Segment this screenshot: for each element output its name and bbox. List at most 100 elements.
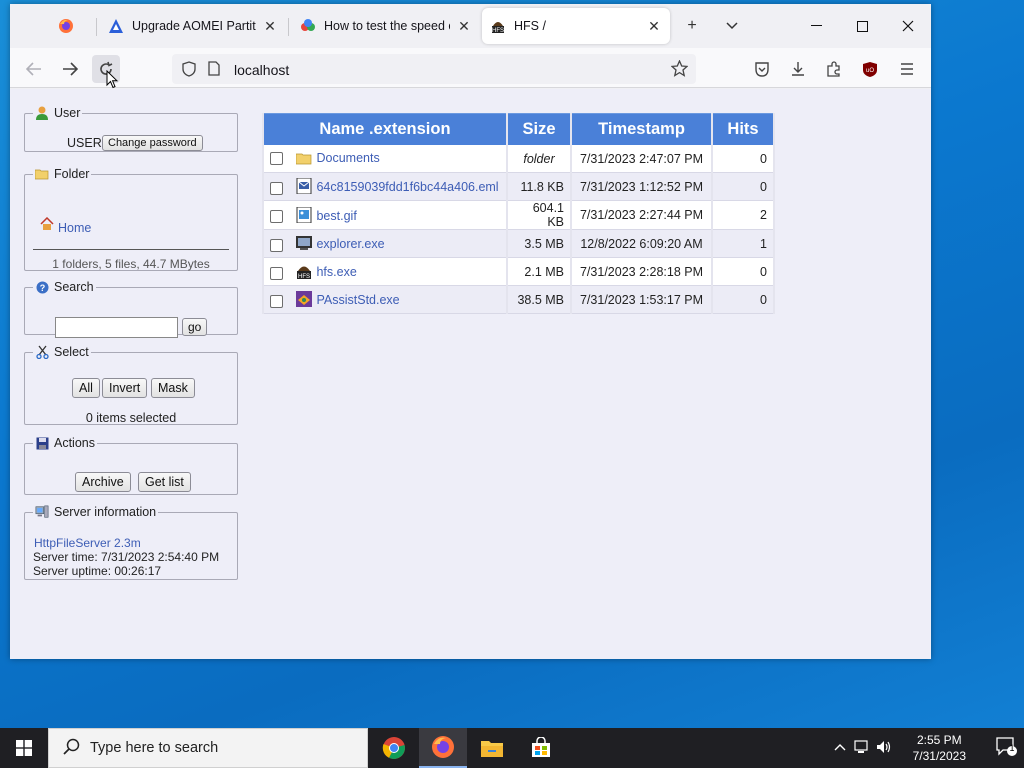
select-panel: Select All Invert Mask 0 items selected (24, 345, 238, 425)
page-icon (208, 61, 220, 79)
speedtest-icon (300, 18, 316, 34)
actions-legend: Actions (33, 436, 97, 450)
volume-icon[interactable] (876, 739, 892, 758)
name-cell: 64c8159039fdd1f6bc44a406.eml (264, 173, 506, 201)
change-password-button[interactable]: Change password (102, 135, 203, 151)
hits-cell: 0 (713, 286, 773, 314)
row-checkbox[interactable] (270, 210, 283, 224)
back-button[interactable] (20, 55, 48, 83)
taskbar-file-explorer[interactable] (468, 728, 516, 768)
notifications-button[interactable]: 1 (996, 737, 1018, 760)
taskbar-firefox[interactable] (419, 728, 467, 768)
taskbar-search-placeholder[interactable]: Type here to search (90, 740, 218, 756)
close-icon[interactable]: ✕ (456, 18, 472, 34)
row-checkbox[interactable] (270, 266, 283, 280)
server-time: Server time: 7/31/2023 2:54:40 PM (33, 550, 220, 564)
menu-button[interactable] (893, 55, 921, 83)
get-list-button[interactable]: Get list (138, 472, 191, 492)
tab-firefox[interactable] (50, 8, 96, 44)
search-icon (63, 738, 80, 758)
hfs-file-icon: HFS (296, 263, 312, 280)
close-icon[interactable]: ✕ (262, 18, 278, 34)
row-checkbox[interactable] (270, 151, 283, 165)
file-link[interactable]: explorer.exe (316, 237, 384, 251)
taskbar-search-box[interactable]: Type here to search (48, 728, 368, 768)
row-checkbox[interactable] (270, 238, 283, 252)
file-link[interactable]: Documents (316, 151, 379, 165)
store-icon (532, 737, 550, 757)
folder-icon (481, 741, 503, 757)
row-checkbox[interactable] (270, 181, 283, 195)
invert-selection-button[interactable]: Invert (102, 378, 148, 398)
chevron-down-icon (726, 22, 738, 30)
list-tabs-button[interactable] (718, 14, 746, 38)
close-icon[interactable]: ✕ (646, 18, 662, 34)
chrome-icon (382, 737, 405, 759)
tab-aomei[interactable]: Upgrade AOMEI Partition ✕ (100, 8, 286, 44)
nav-bar: localhost uO (10, 48, 931, 88)
user-legend: User (33, 106, 82, 120)
maximize-button[interactable] (840, 10, 884, 42)
address-bar[interactable]: localhost (172, 54, 696, 84)
search-go-button[interactable]: go (182, 318, 208, 336)
table-row: explorer.exe 3.5 MB 12/8/2022 6:09:20 AM… (264, 230, 773, 258)
user-panel: User USER Change password (24, 106, 238, 152)
scissors-icon (35, 345, 49, 359)
folder-icon (296, 151, 312, 167)
download-icon (792, 62, 804, 76)
ublock-button[interactable]: uO (856, 55, 884, 83)
home-link[interactable]: Home (40, 215, 91, 235)
actions-panel: Actions Archive Get list (24, 436, 238, 495)
taskbar-clock[interactable]: 2:55 PM 7/31/2023 (913, 732, 966, 764)
taskbar-store[interactable] (517, 728, 565, 768)
file-link[interactable]: best.gif (316, 209, 356, 223)
downloads-button[interactable] (784, 55, 812, 83)
star-icon[interactable] (670, 59, 689, 80)
network-icon[interactable] (854, 739, 870, 758)
mask-button[interactable]: Mask (151, 378, 195, 398)
file-link[interactable]: PAssistStd.exe (316, 293, 399, 307)
user-icon (35, 106, 49, 120)
forward-button[interactable] (56, 55, 84, 83)
email-file-icon (296, 177, 312, 195)
timestamp-cell: 7/31/2023 2:27:44 PM (572, 201, 711, 230)
chevron-up-icon[interactable] (834, 739, 846, 754)
search-panel: ? Search go (24, 280, 238, 338)
pocket-button[interactable] (748, 55, 776, 83)
hfs-version-link[interactable]: HttpFileServer 2.3m (34, 536, 141, 550)
home-icon (40, 216, 54, 234)
shield-icon[interactable] (182, 61, 196, 80)
tab-speedtest[interactable]: How to test the speed of ✕ (292, 8, 480, 44)
table-row: PAssistStd.exe 38.5 MB 7/31/2023 1:53:17… (264, 286, 773, 314)
timestamp-cell: 12/8/2022 6:09:20 AM (572, 230, 711, 258)
search-help-icon: ? (35, 280, 49, 294)
close-icon (902, 20, 914, 32)
puzzle-icon (827, 61, 840, 77)
select-legend: Select (33, 345, 91, 359)
folder-panel: Folder Home 1 folders, 5 files, 44.7 MBy… (24, 167, 238, 271)
tab-label: Upgrade AOMEI Partition (132, 19, 256, 33)
column-header-hits[interactable]: Hits (713, 113, 773, 145)
extensions-button[interactable] (820, 55, 848, 83)
url-text[interactable]: localhost (234, 62, 289, 78)
column-header-name[interactable]: Name .extension (264, 113, 506, 145)
svg-text:?: ? (39, 283, 45, 293)
pocket-icon (755, 61, 769, 77)
server-icon (35, 505, 49, 519)
start-button[interactable] (0, 728, 48, 768)
file-link[interactable]: hfs.exe (316, 265, 356, 279)
search-input[interactable] (55, 317, 178, 338)
file-link[interactable]: 64c8159039fdd1f6bc44a406.eml (316, 180, 498, 194)
select-all-button[interactable]: All (72, 378, 100, 398)
archive-button[interactable]: Archive (75, 472, 131, 492)
tab-hfs[interactable]: HFS HFS / ✕ (482, 8, 670, 44)
new-tab-button[interactable]: + (678, 14, 706, 38)
column-header-timestamp[interactable]: Timestamp (572, 113, 711, 145)
taskbar-chrome[interactable] (370, 728, 418, 768)
minimize-button[interactable] (794, 10, 838, 42)
row-checkbox[interactable] (270, 294, 283, 308)
table-header-row: Name .extension Size Timestamp Hits (264, 113, 773, 145)
notification-count: 1 (1009, 743, 1015, 753)
column-header-size[interactable]: Size (508, 113, 570, 145)
close-window-button[interactable] (886, 10, 930, 42)
